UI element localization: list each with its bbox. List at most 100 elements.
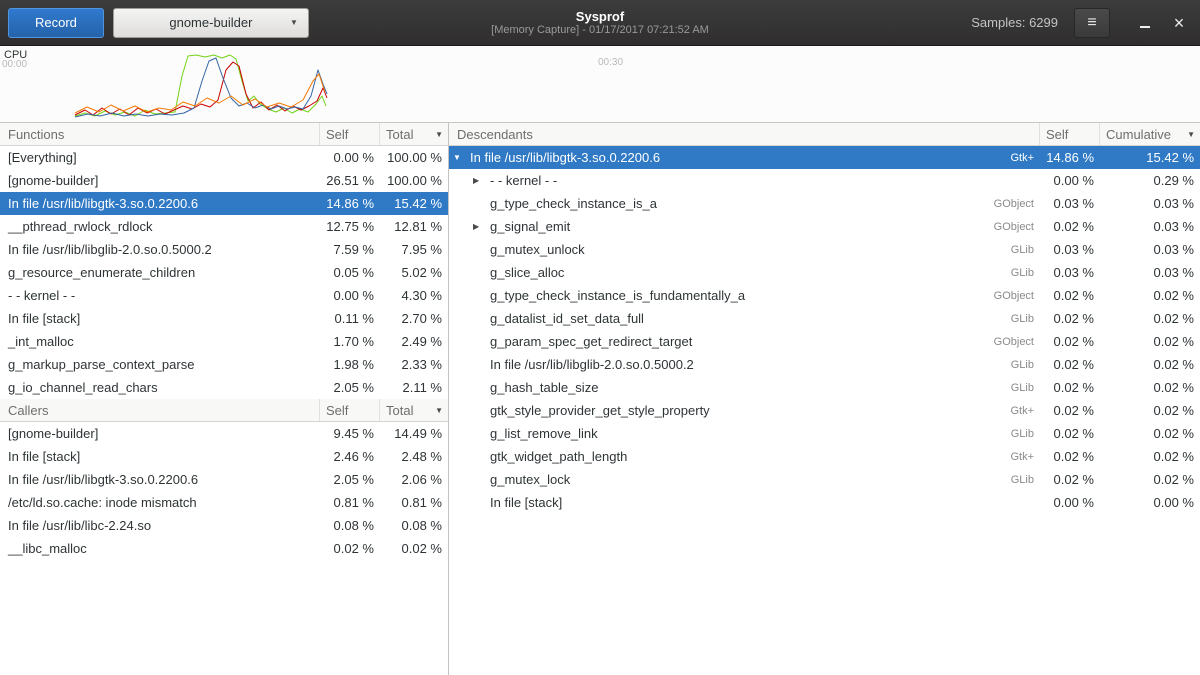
table-row[interactable]: - - kernel - -0.00 %4.30 % [0,284,448,307]
self-percent: 14.86 % [1040,150,1100,165]
symbol-name-cell: In file [stack] [449,495,980,510]
self-percent: 0.02 % [1040,380,1100,395]
table-row[interactable]: In file /usr/lib/libgtk-3.so.0.2200.62.0… [0,468,448,491]
tree-row[interactable]: g_list_remove_linkGLib0.02 %0.02 % [449,422,1200,445]
symbol-name: g_signal_emit [490,219,570,234]
column-header-descendants[interactable]: Descendants [449,123,1040,145]
symbol-name: In file /usr/lib/libc-2.24.so [0,518,320,533]
self-percent: 0.02 % [1040,472,1100,487]
column-header-self[interactable]: Self [1040,123,1100,145]
tree-row[interactable]: g_hash_table_sizeGLib0.02 %0.02 % [449,376,1200,399]
self-percent: 0.00 % [1040,495,1100,510]
category-label: GObject [980,290,1040,302]
callers-table: Callers Self Total ▼ [gnome-builder]9.45… [0,399,448,560]
tree-row[interactable]: g_mutex_unlockGLib0.03 %0.03 % [449,238,1200,261]
column-header-cumulative[interactable]: Cumulative ▼ [1100,123,1200,145]
minimize-icon [1140,26,1150,28]
table-row[interactable]: In file [stack]0.11 %2.70 % [0,307,448,330]
table-row[interactable]: In file /usr/lib/libgtk-3.so.0.2200.614.… [0,192,448,215]
table-row[interactable]: In file /usr/lib/libc-2.24.so0.08 %0.08 … [0,514,448,537]
cumulative-percent: 0.02 % [1100,380,1200,395]
table-row[interactable]: /etc/ld.so.cache: inode mismatch0.81 %0.… [0,491,448,514]
descendants-panel: Descendants Self Cumulative ▼ ▼In file /… [449,123,1200,675]
tree-row[interactable]: In file [stack]0.00 %0.00 % [449,491,1200,514]
self-percent: 0.00 % [320,288,380,303]
table-row[interactable]: In file [stack]2.46 %2.48 % [0,445,448,468]
symbol-name: gtk_widget_path_length [490,449,627,464]
symbol-name: g_io_channel_read_chars [0,380,320,395]
category-label: Gtk+ [980,152,1040,164]
record-button[interactable]: Record [8,8,104,38]
total-percent: 100.00 % [380,150,448,165]
close-button[interactable]: × [1166,10,1192,36]
tree-row[interactable]: gtk_style_provider_get_style_propertyGtk… [449,399,1200,422]
self-percent: 2.05 % [320,380,380,395]
table-row[interactable]: [Everything]0.00 %100.00 % [0,146,448,169]
table-row[interactable]: __libc_malloc0.02 %0.02 % [0,537,448,560]
self-percent: 0.02 % [1040,403,1100,418]
symbol-name: g_datalist_id_set_data_full [490,311,644,326]
symbol-name-cell: g_slice_alloc [449,265,980,280]
table-row[interactable]: [gnome-builder]26.51 %100.00 % [0,169,448,192]
column-header-callers[interactable]: Callers [0,399,320,421]
header-bar: Record gnome-builder ▼ Sysprof [Memory C… [0,0,1200,46]
menu-button[interactable]: ≡ [1074,8,1110,38]
table-row[interactable]: g_resource_enumerate_children0.05 %5.02 … [0,261,448,284]
tree-row[interactable]: ▶- - kernel - -0.00 %0.29 % [449,169,1200,192]
self-percent: 0.02 % [1040,449,1100,464]
tree-row[interactable]: ▶g_signal_emitGObject0.02 %0.03 % [449,215,1200,238]
samples-count: Samples: 6299 [971,15,1058,30]
expander-right-icon[interactable]: ▶ [473,176,490,185]
cumulative-percent: 0.03 % [1100,219,1200,234]
tree-row[interactable]: ▼In file /usr/lib/libgtk-3.so.0.2200.6Gt… [449,146,1200,169]
column-header-self[interactable]: Self [320,399,380,421]
main-split: Functions Self Total ▼ [Everything]0.00 … [0,123,1200,675]
symbol-name-cell: g_mutex_lock [449,472,980,487]
self-percent: 2.46 % [320,449,380,464]
chevron-down-icon: ▼ [290,18,298,27]
expander-down-icon[interactable]: ▼ [453,153,470,162]
column-header-total[interactable]: Total ▼ [380,123,448,145]
total-percent: 2.33 % [380,357,448,372]
column-header-functions[interactable]: Functions [0,123,320,145]
table-row[interactable]: _int_malloc1.70 %2.49 % [0,330,448,353]
column-header-total[interactable]: Total ▼ [380,399,448,421]
symbol-name: g_type_check_instance_is_a [490,196,657,211]
tree-row[interactable]: In file /usr/lib/libglib-2.0.so.0.5000.2… [449,353,1200,376]
category-label: GObject [980,221,1040,233]
self-percent: 7.59 % [320,242,380,257]
process-selector-value: gnome-builder [169,15,252,30]
self-percent: 0.02 % [1040,357,1100,372]
symbol-name: [Everything] [0,150,320,165]
table-row[interactable]: [gnome-builder]9.45 %14.49 % [0,422,448,445]
table-row[interactable]: In file /usr/lib/libglib-2.0.so.0.5000.2… [0,238,448,261]
tree-row[interactable]: g_type_check_instance_is_aGObject0.03 %0… [449,192,1200,215]
cpu-red-line [75,62,327,115]
symbol-name: In file [stack] [0,311,320,326]
total-percent: 100.00 % [380,173,448,188]
time-tick-start: 00:00 [2,59,27,70]
tree-row[interactable]: g_datalist_id_set_data_fullGLib0.02 %0.0… [449,307,1200,330]
tree-row[interactable]: g_slice_allocGLib0.03 %0.03 % [449,261,1200,284]
symbol-name: gtk_style_provider_get_style_property [490,403,710,418]
total-percent: 4.30 % [380,288,448,303]
category-label: Gtk+ [980,451,1040,463]
table-row[interactable]: g_markup_parse_context_parse1.98 %2.33 % [0,353,448,376]
sort-indicator-icon: ▼ [435,130,443,139]
minimize-button[interactable] [1132,10,1158,36]
symbol-name: In file [stack] [0,449,320,464]
tree-row[interactable]: g_param_spec_get_redirect_targetGObject0… [449,330,1200,353]
cpu-blue-line [75,58,327,117]
table-row[interactable]: g_io_channel_read_chars2.05 %2.11 % [0,376,448,399]
process-selector-dropdown[interactable]: gnome-builder ▼ [113,8,309,38]
tree-row[interactable]: g_type_check_instance_is_fundamentally_a… [449,284,1200,307]
tree-row[interactable]: g_mutex_lockGLib0.02 %0.02 % [449,468,1200,491]
cumulative-percent: 0.02 % [1100,334,1200,349]
cumulative-percent: 0.02 % [1100,403,1200,418]
expander-right-icon[interactable]: ▶ [473,222,490,231]
table-row[interactable]: __pthread_rwlock_rdlock12.75 %12.81 % [0,215,448,238]
tree-row[interactable]: gtk_widget_path_lengthGtk+0.02 %0.02 % [449,445,1200,468]
column-header-self[interactable]: Self [320,123,380,145]
symbol-name-cell: ▼In file /usr/lib/libgtk-3.so.0.2200.6 [449,150,980,165]
cpu-graph-area[interactable]: CPU 00:00 00:30 [0,46,1200,123]
